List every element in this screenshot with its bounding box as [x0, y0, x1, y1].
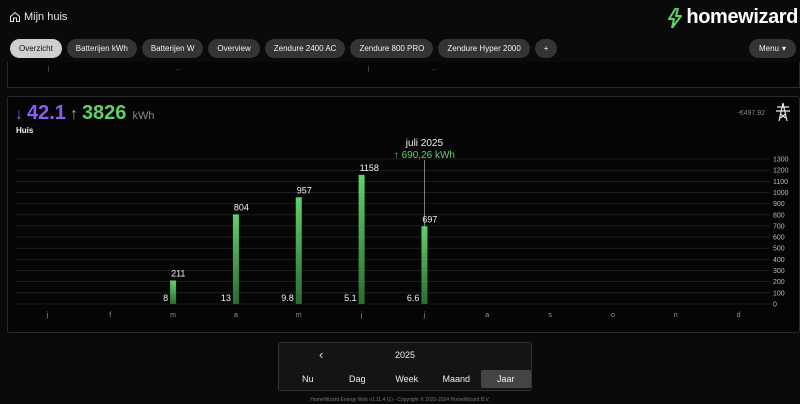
import-value-label: 8 — [163, 293, 168, 303]
period-button-2[interactable]: Week — [382, 370, 432, 388]
period-button-3[interactable]: Maand — [432, 370, 482, 388]
y-tick-label: 500 — [773, 246, 785, 253]
bar-value-label: 211 — [171, 268, 185, 278]
period-button-0[interactable]: Nu — [283, 370, 333, 388]
x-tick-label: m — [296, 312, 302, 319]
bar-value-label: 1158 — [360, 163, 379, 173]
export-bar[interactable] — [358, 174, 365, 304]
y-tick-label: 1200 — [773, 168, 789, 175]
x-tick-label: f — [109, 312, 111, 319]
x-tick-label: s — [548, 312, 552, 319]
period-selector: ‹ 2025 Nu Dag Week Maand Jaar — [278, 342, 532, 391]
x-tick-label: n — [674, 312, 678, 319]
import-value-label: 9.8 — [281, 293, 294, 303]
x-tick-label: a — [234, 312, 238, 319]
y-tick-label: 900 — [773, 201, 785, 208]
x-tick-label: a — [485, 312, 489, 319]
import-value-label: 6.6 — [407, 293, 420, 303]
x-tick-label: d — [737, 312, 741, 319]
x-tick-label: o — [611, 312, 615, 319]
export-bar[interactable] — [232, 214, 239, 304]
footer-text: HomeWizard Energy Web v1.11.4 (1) - Copy… — [310, 397, 490, 403]
y-tick-label: 1000 — [773, 190, 789, 197]
y-tick-label: 100 — [773, 290, 785, 297]
x-tick-label: m — [170, 312, 176, 319]
y-tick-label: 600 — [773, 235, 785, 242]
export-bar[interactable] — [421, 226, 428, 304]
y-tick-label: 800 — [773, 212, 785, 219]
period-button-4[interactable]: Jaar — [481, 370, 531, 388]
x-tick-label: j — [360, 312, 363, 319]
tooltip-title: juli 2025 — [405, 138, 444, 149]
y-tick-label: 300 — [773, 268, 785, 275]
period-nav: ‹ 2025 — [279, 343, 531, 367]
period-button-1[interactable]: Dag — [333, 370, 383, 388]
y-tick-label: 1100 — [773, 179, 788, 186]
bar-value-label: 697 — [422, 214, 437, 224]
export-bar[interactable] — [170, 280, 177, 304]
x-tick-label: j — [423, 312, 426, 319]
bar-value-label: 804 — [234, 202, 249, 212]
period-buttons: Nu Dag Week Maand Jaar — [283, 370, 531, 388]
y-tick-label: 700 — [773, 223, 785, 230]
x-tick-label: j — [46, 312, 49, 319]
import-value-label: 5.1 — [344, 293, 357, 303]
bar-value-label: 957 — [297, 185, 312, 195]
import-value-label: 13 — [221, 293, 231, 303]
y-tick-label: 200 — [773, 279, 785, 286]
y-tick-label: 1300 — [773, 157, 789, 164]
y-tick-label: 400 — [773, 257, 785, 264]
y-tick-label: 0 — [773, 302, 777, 309]
period-year: 2025 — [394, 350, 416, 360]
export-bar[interactable] — [295, 197, 302, 304]
tooltip-value: ↑ 690,26 kWh — [394, 150, 455, 161]
